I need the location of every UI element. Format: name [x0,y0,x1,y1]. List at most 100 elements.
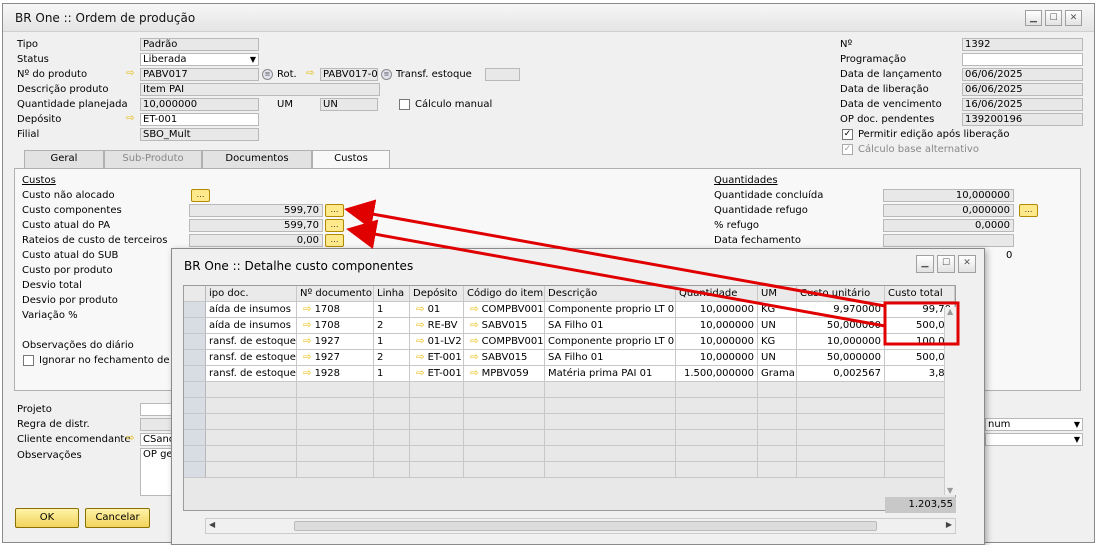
tab-documentos[interactable]: Documentos [202,150,312,168]
due-date-field[interactable]: 16/06/2025 [962,98,1083,111]
minimize-button[interactable]: ▁ [1025,10,1042,26]
right-select-2[interactable]: ▼ [985,433,1083,446]
scroll-down-icon[interactable]: ▼ [947,486,953,495]
tab-sub-produto[interactable]: Sub-Produto [104,150,202,168]
column-header[interactable]: Descrição [545,286,676,302]
link-arrow-icon[interactable]: ⇨ [470,304,482,315]
row-header[interactable] [184,302,206,318]
scroll-right-icon[interactable]: ▶ [946,520,952,529]
third-party-cost-field[interactable]: 0,00 [189,234,323,247]
link-arrow-icon[interactable]: ⇨ [303,352,315,363]
link-arrow-icon[interactable]: ⇨ [416,320,428,331]
costs-header: Custos [22,175,56,186]
table-cell: aída de insumos [206,318,297,334]
list-icon[interactable]: ≡ [381,69,392,80]
unallocated-cost-button[interactable]: … [191,189,210,202]
allow-edit-checkbox[interactable]: ✓ [842,129,853,140]
column-header[interactable]: Quantidade [676,286,758,302]
column-header[interactable]: UM [758,286,797,302]
product-description-field[interactable]: Item PAI [140,83,380,96]
scroll-thumb[interactable] [294,521,877,531]
release-date-field[interactable]: 06/06/2025 [962,83,1083,96]
scroll-up-icon[interactable]: ▲ [947,307,953,316]
link-arrow-icon[interactable]: ⇨ [126,113,134,124]
link-arrow-icon[interactable]: ⇨ [126,433,134,444]
tipo-field[interactable]: Padrão [140,38,259,51]
quantities-header: Quantidades [714,175,778,186]
scrap-detail-button[interactable]: … [1019,204,1038,217]
column-header[interactable]: Código do item [464,286,545,302]
component-cost-field[interactable]: 599,70 [189,204,323,217]
column-header[interactable]: Nº documento [297,286,374,302]
row-header[interactable] [184,318,206,334]
tab-geral[interactable]: Geral [24,150,104,168]
manual-calc-checkbox[interactable] [399,99,410,110]
link-arrow-icon[interactable]: ⇨ [126,68,134,79]
cancel-button[interactable]: Cancelar [85,508,150,528]
scrap-percent-field[interactable]: 0,0000 [883,219,1014,232]
number-field[interactable]: 1392 [962,38,1083,51]
link-arrow-icon[interactable]: ⇨ [303,368,315,379]
link-arrow-icon[interactable]: ⇨ [303,304,315,315]
link-arrow-icon[interactable]: ⇨ [303,336,315,347]
column-header[interactable]: Custo total [885,286,955,302]
link-arrow-icon[interactable]: ⇨ [416,336,428,347]
pending-docs-field[interactable]: 139200196 [962,113,1083,126]
right-select-1[interactable]: num ▼ [985,418,1083,431]
dialog-minimize-button[interactable]: ▁ [916,255,934,273]
row-header[interactable] [184,414,206,430]
closing-date-label: Data fechamento [714,235,801,246]
transf-stock-field[interactable] [485,68,520,81]
link-arrow-icon[interactable]: ⇨ [416,368,428,379]
alt-calc-checkbox[interactable]: ✓ [842,144,853,155]
list-icon[interactable]: ≡ [262,69,273,80]
pa-cost-field[interactable]: 599,70 [189,219,323,232]
horizontal-scrollbar[interactable]: ◀ ▶ [205,518,956,534]
column-header[interactable]: ipo doc. [206,286,297,302]
tab-custos[interactable]: Custos [312,150,390,169]
planned-quantity-field[interactable]: 10,000000 [140,98,259,111]
table-cell: ransf. de estoque [206,366,297,382]
link-arrow-icon[interactable]: ⇨ [470,336,482,347]
completed-qty-field[interactable]: 10,000000 [883,189,1014,202]
row-header[interactable] [184,446,206,462]
link-arrow-icon[interactable]: ⇨ [303,320,315,331]
dialog-close-button[interactable]: ✕ [958,255,976,273]
um-field[interactable]: UN [320,98,378,111]
column-header[interactable]: Depósito [410,286,464,302]
scrap-qty-field[interactable]: 0,000000 [883,204,1014,217]
ignore-closing-checkbox[interactable] [23,355,34,366]
row-header[interactable] [184,382,206,398]
link-arrow-icon[interactable]: ⇨ [470,368,482,379]
warehouse-field[interactable]: ET-001 [140,113,259,126]
vertical-scrollbar[interactable]: ▲ ▼ [944,307,956,495]
link-arrow-icon[interactable]: ⇨ [470,320,482,331]
pa-cost-detail-button[interactable]: … [325,219,344,232]
column-header[interactable]: Custo unitário [797,286,885,302]
row-header[interactable] [184,350,206,366]
row-header[interactable] [184,334,206,350]
third-party-cost-button[interactable]: … [325,234,344,247]
link-arrow-icon[interactable]: ⇨ [470,352,482,363]
branch-field[interactable]: SBO_Mult [140,128,259,141]
link-arrow-icon[interactable]: ⇨ [306,68,314,79]
maximize-button[interactable]: ☐ [1045,10,1062,26]
closing-date-field[interactable] [883,234,1014,247]
ok-button[interactable]: OK [15,508,79,528]
column-header[interactable]: Linha [374,286,410,302]
dialog-maximize-button[interactable]: ☐ [937,255,955,273]
scroll-left-icon[interactable]: ◀ [209,520,215,529]
product-number-field[interactable]: PABV017 [140,68,259,81]
row-header[interactable] [184,430,206,446]
schedule-field[interactable] [962,53,1083,66]
row-header[interactable] [184,398,206,414]
posting-date-field[interactable]: 06/06/2025 [962,68,1083,81]
close-button[interactable]: ✕ [1065,10,1082,26]
link-arrow-icon[interactable]: ⇨ [416,304,428,315]
link-arrow-icon[interactable]: ⇨ [416,352,428,363]
route-field[interactable]: PABV017-01 [320,68,378,81]
row-header[interactable] [184,366,206,382]
component-cost-detail-button[interactable]: … [325,204,344,217]
row-header[interactable] [184,462,206,478]
status-select[interactable]: Liberada ▼ [140,53,259,66]
